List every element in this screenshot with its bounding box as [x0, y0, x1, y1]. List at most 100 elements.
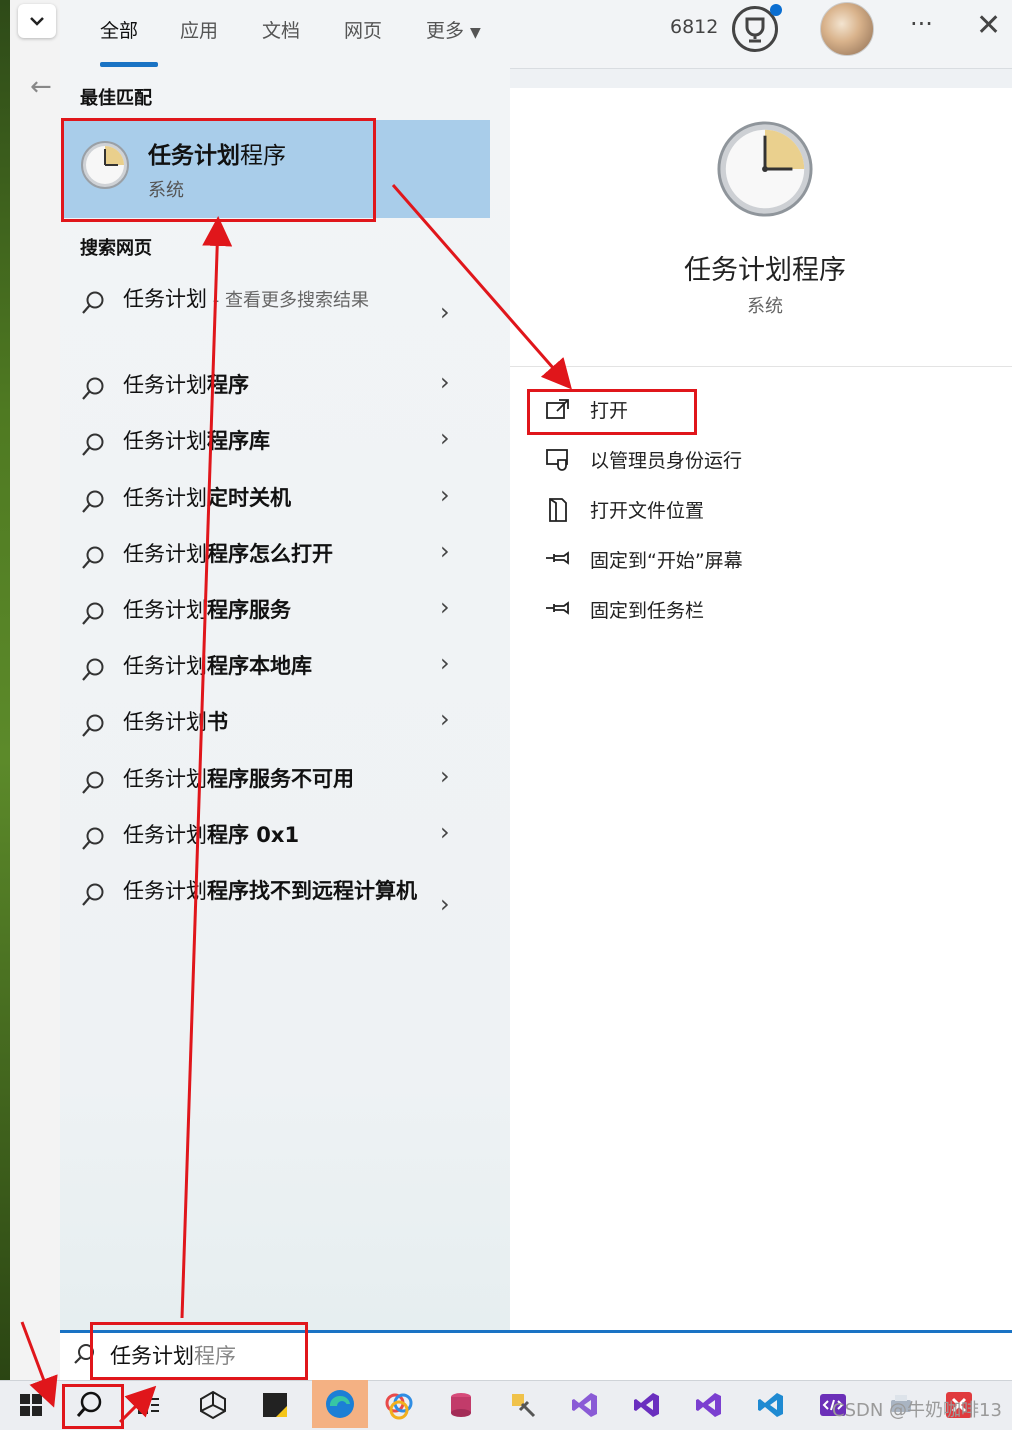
tools-icon: [512, 1394, 536, 1418]
web-result-item[interactable]: 任务计划程序服务 ›: [62, 593, 490, 631]
taskbar-tools[interactable]: [502, 1384, 544, 1426]
web-result-query: 任务计划: [123, 373, 207, 397]
action-pin-to-start[interactable]: 固定到“开始”屏幕: [544, 544, 844, 578]
action-pin-to-start-label: 固定到“开始”屏幕: [590, 550, 743, 572]
run-as-admin-icon: [546, 449, 568, 471]
action-open-file-location[interactable]: 打开文件位置: [544, 494, 844, 528]
chevron-right-icon[interactable]: ›: [440, 424, 450, 452]
web-result-text: 任务计划程序找不到远程计算机: [123, 876, 423, 906]
web-result-text: 任务计划程序服务: [123, 595, 423, 625]
rewards-points: 6812: [670, 16, 719, 38]
more-options-icon[interactable]: ···: [910, 10, 933, 38]
unity-icon: [200, 1390, 226, 1420]
chevron-right-icon[interactable]: ›: [440, 298, 450, 326]
tab-more[interactable]: 更多 ▼: [426, 16, 481, 56]
web-result-query: 任务计划: [123, 654, 207, 678]
task-view-icon: [138, 1396, 159, 1414]
taskbar-vs-2019[interactable]: [626, 1384, 668, 1426]
tab-more-label: 更多: [426, 20, 465, 42]
section-best-match: 最佳匹配: [80, 88, 152, 109]
action-run-as-admin[interactable]: 以管理员身份运行: [544, 444, 844, 478]
visual-studio-icon: [572, 1393, 597, 1417]
taskbar-app-1[interactable]: [378, 1384, 420, 1426]
chevron-right-icon[interactable]: ›: [440, 481, 450, 509]
web-result-suffix: 程序服务: [207, 598, 291, 622]
start-button[interactable]: [10, 1384, 52, 1426]
taskbar-vs-2017[interactable]: [564, 1384, 606, 1426]
database-icon: [451, 1393, 471, 1417]
chevron-right-icon[interactable]: ›: [440, 762, 450, 790]
web-result-text: 任务计划程序库: [123, 426, 423, 456]
web-result-text: 任务计划 - 查看更多搜索结果: [123, 284, 423, 316]
chevron-right-icon[interactable]: ›: [440, 537, 450, 565]
tab-all[interactable]: 全部: [100, 16, 138, 56]
annotation-box-search-button: [62, 1384, 124, 1429]
web-result-text: 任务计划程序服务不可用: [123, 764, 423, 794]
chevron-down-button[interactable]: [18, 4, 56, 38]
chevron-right-icon[interactable]: ›: [440, 705, 450, 733]
web-result-query: 任务计划: [123, 542, 207, 566]
close-icon[interactable]: ✕: [976, 8, 1001, 43]
chevron-right-icon[interactable]: ›: [440, 818, 450, 846]
section-search-web: 搜索网页: [80, 238, 152, 259]
taskbar-vscode[interactable]: [750, 1384, 792, 1426]
web-result-item[interactable]: 任务计划 - 查看更多搜索结果 ›: [62, 284, 490, 348]
search-icon: [82, 883, 104, 906]
chevron-right-icon[interactable]: ›: [440, 890, 450, 918]
web-result-text: 任务计划定时关机: [123, 483, 423, 513]
web-result-item[interactable]: 任务计划程序找不到远程计算机 ›: [62, 876, 490, 940]
chevron-right-icon[interactable]: ›: [440, 649, 450, 677]
background-window-edge: [10, 0, 61, 1380]
vscode-icon: [758, 1393, 783, 1417]
avatar[interactable]: [820, 2, 874, 56]
chevron-right-icon[interactable]: ›: [440, 593, 450, 621]
tab-web[interactable]: 网页: [344, 16, 382, 56]
search-icon: [82, 827, 104, 850]
web-result-item[interactable]: 任务计划程序本地库 ›: [62, 649, 490, 687]
search-icon: [82, 377, 104, 400]
web-result-query: 任务计划: [123, 710, 207, 734]
back-arrow-icon[interactable]: ←: [30, 72, 52, 102]
web-result-item[interactable]: 任务计划程序库 ›: [62, 424, 490, 462]
sticky-notes-icon: [263, 1393, 287, 1417]
web-result-suffix: 程序: [207, 373, 249, 397]
action-run-as-admin-label: 以管理员身份运行: [590, 450, 743, 472]
search-icon: [82, 291, 104, 314]
web-result-item[interactable]: 任务计划程序怎么打开 ›: [62, 537, 490, 575]
web-result-text: 任务计划程序怎么打开: [123, 539, 423, 569]
action-pin-to-taskbar[interactable]: 固定到任务栏: [544, 594, 844, 628]
taskbar-unity[interactable]: [192, 1384, 234, 1426]
web-result-text: 任务计划程序本地库: [123, 651, 423, 681]
taskbar-vs-2022[interactable]: [688, 1384, 730, 1426]
web-result-item[interactable]: 任务计划程序 ›: [62, 368, 490, 406]
web-result-suffix: 程序服务不可用: [207, 767, 354, 791]
search-icon: [82, 771, 104, 794]
web-result-item[interactable]: 任务计划书 ›: [62, 705, 490, 743]
tab-apps[interactable]: 应用: [180, 16, 218, 56]
clock-icon: [717, 121, 813, 217]
search-icon: [82, 546, 104, 569]
tab-documents[interactable]: 文档: [262, 16, 300, 56]
annotation-box-search-input: [90, 1322, 308, 1380]
taskbar-database[interactable]: [440, 1384, 482, 1426]
watermark-text: CSDN @牛奶咖啡13: [832, 1400, 1002, 1421]
chevron-down-icon: [30, 17, 44, 26]
web-result-item[interactable]: 任务计划程序 0x1 ›: [62, 818, 490, 856]
task-view-button[interactable]: [128, 1384, 170, 1426]
web-result-item[interactable]: 任务计划程序服务不可用 ›: [62, 762, 490, 800]
search-icon: [82, 658, 104, 681]
taskbar-edge[interactable]: [312, 1380, 368, 1428]
search-icon: [82, 714, 104, 737]
web-result-query: 任务计划: [123, 429, 207, 453]
search-icon: [82, 433, 104, 456]
web-result-item[interactable]: 任务计划定时关机 ›: [62, 481, 490, 519]
divider: [510, 366, 1012, 367]
notification-dot: [770, 4, 782, 16]
chevron-right-icon[interactable]: ›: [440, 368, 450, 396]
annotation-box-open: [527, 389, 697, 435]
taskbar-sticky-notes[interactable]: [254, 1384, 296, 1426]
web-result-suffix: 程序找不到远程计算机: [207, 879, 417, 903]
web-result-text: 任务计划书: [123, 707, 423, 737]
pin-icon: [546, 551, 569, 565]
action-pin-to-taskbar-label: 固定到任务栏: [590, 600, 705, 622]
